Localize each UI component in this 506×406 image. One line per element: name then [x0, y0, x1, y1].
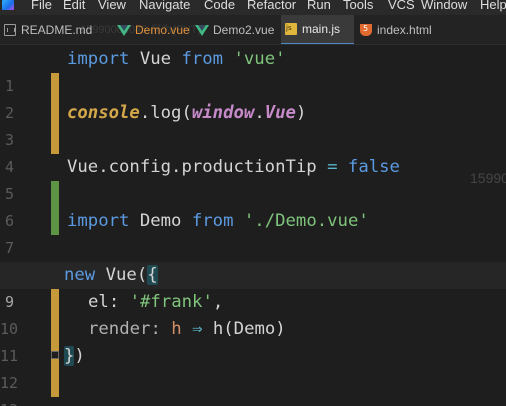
tab-main-js[interactable]: main.js [281, 15, 354, 44]
menu-help[interactable]: Help [480, 0, 506, 13]
tab-label: Demo2.vue [213, 23, 275, 37]
colon: : [150, 319, 161, 339]
window-object: window [191, 103, 255, 123]
tab-label: main.js [302, 22, 341, 36]
paren: ( [181, 103, 192, 123]
dot: . [254, 103, 265, 123]
operator: = [327, 157, 338, 177]
menu-refactor[interactable]: Refactor [247, 0, 296, 13]
identifier: Vue( [105, 265, 148, 285]
property: Vue [264, 103, 296, 123]
keyword: import [67, 49, 130, 69]
colon: : [108, 292, 120, 312]
menu-code[interactable]: Code [204, 0, 235, 13]
menu-bar: File Edit View Navigate Code Refactor Ru… [0, 0, 506, 15]
tab-label: README.md [21, 23, 93, 37]
object-key: el [88, 292, 109, 312]
console-object: console [67, 103, 140, 123]
identifier: Demo [139, 211, 182, 231]
js-icon [285, 23, 297, 35]
menu-tools[interactable]: Tools [343, 0, 373, 13]
modified-marker [51, 127, 59, 154]
menu-run[interactable]: Run [307, 0, 331, 13]
menu-edit[interactable]: Edit [63, 0, 85, 13]
code-line[interactable]: 2 [0, 73, 506, 122]
editor-tab-bar: 15990000045 何为(FHT) README.md Demo.vue D… [0, 15, 506, 45]
modified-marker [51, 289, 59, 316]
code-editor[interactable]: 15990 1 import Vue from 'vue' 2 3 consol… [0, 45, 506, 406]
code-line-current[interactable]: 9 new Vue({ [0, 262, 506, 311]
matched-brace: { [147, 265, 158, 285]
function-call: h(Demo) [212, 319, 286, 339]
parameter: h [171, 319, 182, 339]
menu-window[interactable]: Window [421, 0, 467, 13]
modified-marker [51, 316, 59, 343]
paren: ) [74, 346, 85, 366]
string-literal: '#frank' [129, 292, 213, 312]
code-line[interactable]: 10 el: '#frank', [0, 289, 506, 338]
code-line[interactable]: 4 [0, 127, 506, 176]
code-line[interactable]: 13 [0, 370, 506, 406]
paren: ) [295, 103, 307, 123]
tab-readme[interactable]: README.md [0, 15, 113, 44]
keyword: from [181, 49, 224, 69]
tab-label: index.html [377, 23, 432, 37]
code-line[interactable]: 5 Vue.config.productionTip = false [0, 154, 506, 203]
tab-index-html[interactable]: index.html [356, 15, 456, 44]
modified-marker [51, 370, 59, 397]
matched-brace: } [64, 346, 75, 366]
html5-icon [360, 24, 372, 36]
code-line[interactable]: 3 console.log(window.Vue) [0, 100, 506, 149]
added-marker [51, 181, 59, 208]
menu-view[interactable]: View [98, 0, 126, 13]
code-line[interactable]: 6 [0, 181, 506, 230]
code-line[interactable]: 8 [0, 235, 506, 284]
added-marker [51, 208, 59, 235]
line-number: 13 [0, 397, 18, 406]
keyword: new [64, 265, 96, 285]
modified-marker [51, 73, 59, 100]
menu-vcs[interactable]: VCS [388, 0, 415, 13]
tab-label: Demo.vue [135, 23, 190, 37]
string-literal: './Demo.vue' [243, 211, 369, 231]
keyword: from [191, 211, 234, 231]
fold-icon[interactable] [51, 351, 59, 359]
keyword: import [67, 211, 130, 231]
code-line[interactable]: 7 import Demo from './Demo.vue' [0, 208, 506, 257]
dot: . [139, 103, 151, 123]
method-name: log [150, 103, 182, 123]
vue-icon [117, 24, 131, 36]
tab-demo2-vue[interactable]: Demo2.vue [191, 15, 279, 44]
markdown-icon [4, 24, 16, 36]
code-line[interactable]: 12 }) [0, 343, 506, 392]
comma: , [212, 292, 224, 312]
ide-window: File Edit View Navigate Code Refactor Ru… [0, 0, 506, 406]
code-line[interactable]: 11 render: h ⇒ h(Demo) [0, 316, 506, 365]
menu-navigate[interactable]: Navigate [139, 0, 190, 13]
vue-icon [195, 24, 209, 36]
arrow-operator: ⇒ [192, 319, 203, 339]
webstorm-app-icon[interactable] [2, 0, 14, 10]
identifier: Vue [139, 49, 172, 69]
modified-marker [51, 100, 59, 127]
string-literal: 'vue' [233, 49, 286, 69]
keyword: false [347, 157, 400, 177]
menu-file[interactable]: File [31, 0, 52, 13]
expression: Vue.config.productionTip [67, 157, 317, 177]
object-key: render [88, 319, 151, 339]
tab-demo-vue[interactable]: Demo.vue [113, 15, 191, 44]
code-line[interactable]: 1 import Vue from 'vue' [0, 46, 506, 95]
